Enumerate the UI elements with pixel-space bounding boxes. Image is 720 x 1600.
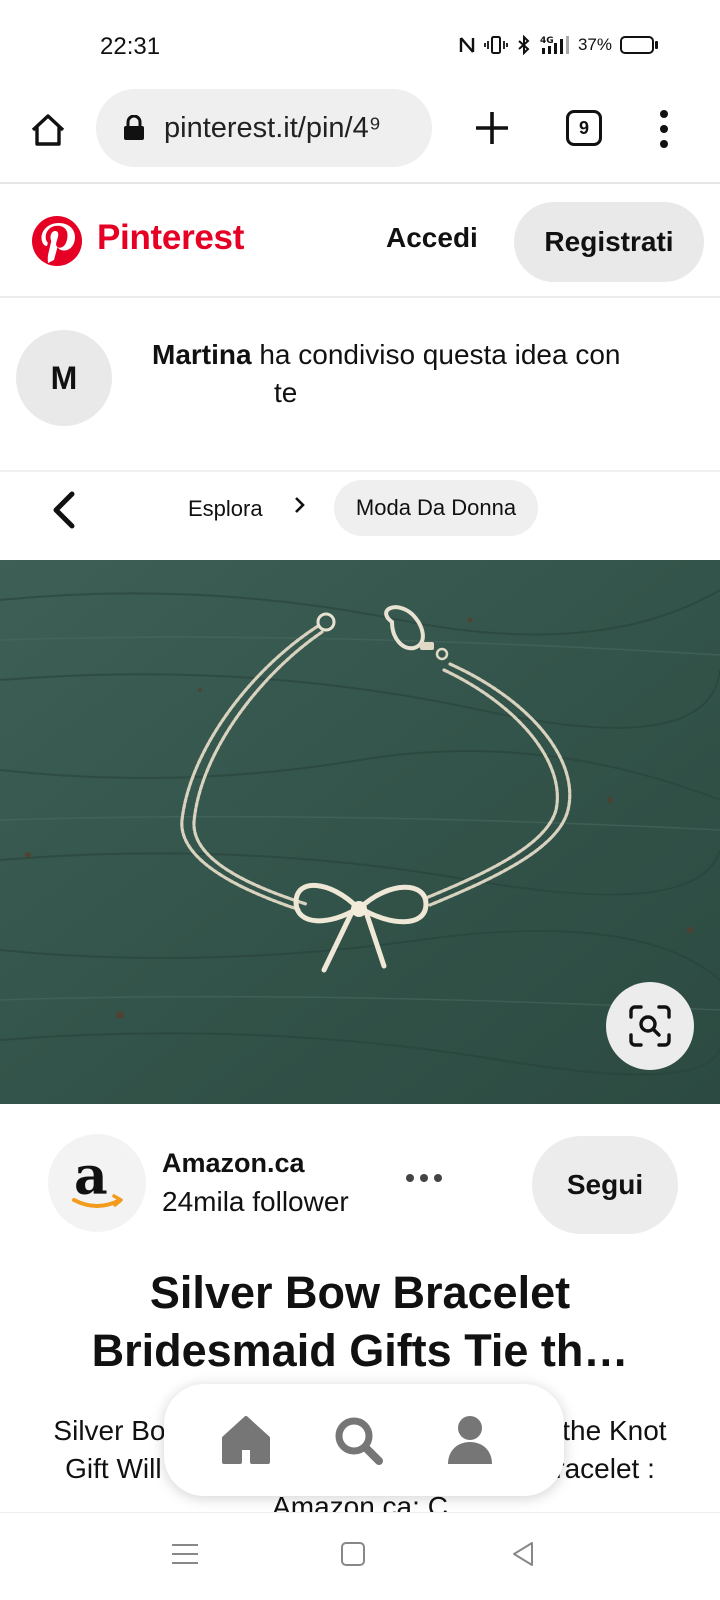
pinterest-logo-icon[interactable] bbox=[32, 216, 82, 266]
share-message: Martina ha condiviso questa idea con te bbox=[152, 336, 708, 412]
breadcrumb: Esplora Moda Da Donna bbox=[0, 470, 720, 558]
creator-avatar[interactable]: a bbox=[48, 1134, 146, 1232]
vibrate-icon bbox=[484, 36, 508, 54]
breadcrumb-explore[interactable]: Esplora bbox=[188, 496, 263, 522]
visual-search-icon bbox=[629, 1005, 671, 1047]
home-icon[interactable] bbox=[28, 110, 68, 150]
breadcrumb-category[interactable]: Moda Da Donna bbox=[334, 480, 538, 536]
nfc-icon bbox=[459, 37, 475, 53]
sharer-avatar: M bbox=[16, 330, 112, 426]
pinterest-header: Pinterest Accedi Registrati bbox=[0, 186, 720, 298]
follow-button[interactable]: Segui bbox=[532, 1136, 678, 1234]
pin-title-line1: Silver Bow Bracelet bbox=[149, 1267, 571, 1318]
bluetooth-icon bbox=[518, 35, 530, 55]
battery-percent: 37% bbox=[577, 35, 612, 54]
svg-text:a: a bbox=[74, 1148, 108, 1207]
signal-4g-icon: 4G bbox=[540, 36, 569, 54]
search-icon[interactable] bbox=[330, 1412, 386, 1468]
status-indicators: 4G 37% bbox=[458, 34, 658, 56]
status-bar: 22:31 4G 37% bbox=[0, 0, 720, 88]
more-horiz-icon[interactable] bbox=[404, 1170, 444, 1186]
creator-name[interactable]: Amazon.ca bbox=[162, 1148, 305, 1179]
share-message-line1: ha condiviso questa idea con bbox=[259, 339, 621, 370]
pin-image[interactable] bbox=[0, 560, 720, 1104]
signup-button[interactable]: Registrati bbox=[514, 202, 704, 282]
pin-title-line2: Bridesmaid Gifts Tie th… bbox=[91, 1325, 629, 1376]
share-banner: M Martina ha condiviso questa idea con t… bbox=[0, 300, 720, 470]
bottom-nav-bar bbox=[164, 1384, 564, 1496]
home-square-icon[interactable] bbox=[336, 1537, 370, 1571]
address-bar[interactable]: pinterest.it/pin/4⁹ bbox=[96, 89, 432, 167]
url-text: pinterest.it/pin/4⁹ bbox=[164, 111, 382, 144]
amazon-logo-icon: a bbox=[72, 1148, 123, 1208]
back-arrow-icon[interactable] bbox=[44, 486, 84, 534]
plus-icon[interactable] bbox=[470, 106, 514, 150]
tabs-button[interactable]: 9 bbox=[566, 110, 602, 146]
more-vert-icon[interactable] bbox=[652, 108, 676, 150]
visual-search-button[interactable] bbox=[606, 982, 694, 1070]
lock-icon bbox=[124, 115, 144, 140]
share-message-line2: te bbox=[274, 377, 298, 408]
browser-toolbar: pinterest.it/pin/4⁹ 9 bbox=[0, 88, 720, 184]
pin-title: Silver Bow Bracelet Bridesmaid Gifts Tie… bbox=[40, 1264, 680, 1380]
home-icon[interactable] bbox=[218, 1412, 274, 1468]
login-button[interactable]: Accedi bbox=[386, 222, 478, 254]
pinterest-brand[interactable]: Pinterest bbox=[97, 218, 244, 258]
back-triangle-icon[interactable] bbox=[506, 1537, 540, 1571]
profile-icon[interactable] bbox=[442, 1412, 498, 1468]
svg-text:4G: 4G bbox=[540, 36, 554, 46]
sharer-name: Martina bbox=[152, 339, 252, 370]
system-nav-bar bbox=[0, 1512, 720, 1600]
creator-followers: 24mila follower bbox=[162, 1186, 349, 1217]
creator-row: a Amazon.ca 24mila follower Segui bbox=[0, 1130, 720, 1240]
battery-icon bbox=[620, 36, 658, 54]
chevron-right-icon bbox=[295, 497, 305, 513]
status-time: 22:31 bbox=[100, 33, 161, 60]
recents-icon[interactable] bbox=[168, 1537, 202, 1571]
